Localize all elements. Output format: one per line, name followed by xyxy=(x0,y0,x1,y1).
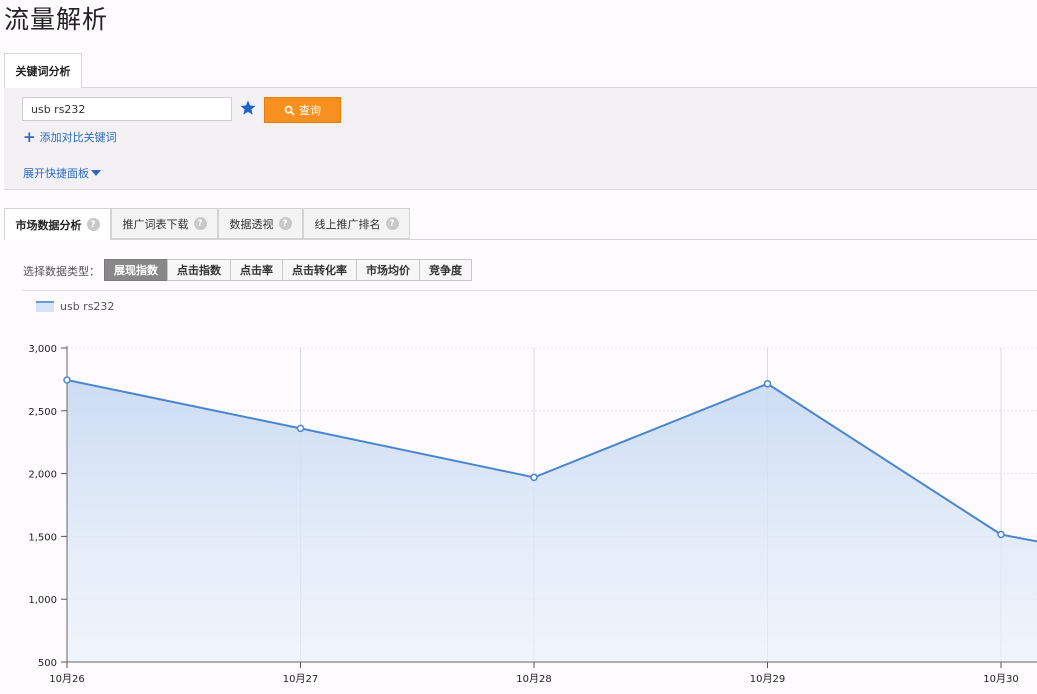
y-tick-label: 1,500 xyxy=(28,532,57,543)
y-tick-label: 500 xyxy=(38,658,57,669)
y-tick-label: 3,000 xyxy=(28,344,57,355)
area-chart: 500 1,000 1,500 2,000 2,500 3,000 10月26 10月27 10… xyxy=(28,344,1037,685)
tab-keyword-analysis[interactable]: 关键词分析 xyxy=(4,53,82,88)
data-point xyxy=(63,376,71,384)
x-tick-label: 10月28 xyxy=(516,673,551,685)
x-tick-label: 10月27 xyxy=(283,673,318,685)
help-icon[interactable]: ? xyxy=(86,218,100,231)
data-point xyxy=(997,530,1005,539)
x-tick-label: 10月26 xyxy=(49,673,84,685)
data-point xyxy=(530,473,538,482)
x-tick-label: 10月29 xyxy=(750,673,785,685)
y-tick-label: 1,000 xyxy=(28,595,57,606)
series-area xyxy=(67,380,1037,662)
x-tick-label: 10月30 xyxy=(983,673,1018,685)
tab-label: 市场数据分析 xyxy=(15,218,82,232)
data-point xyxy=(296,424,305,433)
y-tick-label: 2,000 xyxy=(28,470,57,481)
y-tick-label: 2,500 xyxy=(28,407,57,418)
tab-market-data-analysis[interactable]: 市场数据分析 ? xyxy=(4,208,111,240)
data-point xyxy=(763,380,772,388)
